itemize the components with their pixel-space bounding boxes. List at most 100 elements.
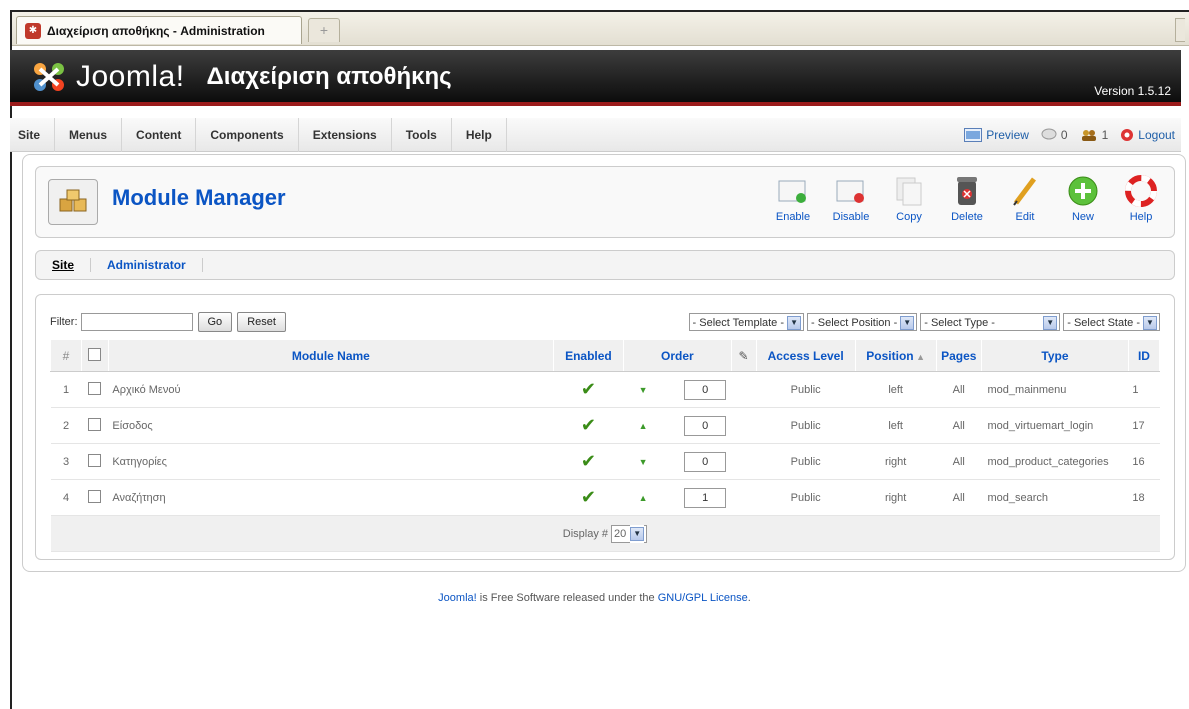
empty-cell — [731, 407, 756, 444]
col-save-order: ✎ — [730, 339, 757, 372]
module-name-link[interactable]: Κατηγορίες — [108, 443, 554, 480]
menu-content[interactable]: Content — [122, 118, 197, 152]
disable-button[interactable]: Disable — [822, 175, 880, 223]
disable-icon — [836, 180, 864, 203]
col-order[interactable]: Order — [623, 339, 732, 372]
access-level-link[interactable]: Public — [756, 407, 856, 444]
row-checkbox[interactable] — [88, 489, 102, 503]
empty-cell — [731, 479, 756, 516]
col-id[interactable]: ID — [1127, 339, 1161, 372]
module-manager-icon — [48, 179, 98, 225]
template-select-value: - Select Template - — [692, 316, 785, 329]
row-number: 3 — [50, 443, 82, 480]
help-button[interactable]: Help — [1112, 175, 1170, 223]
select-all-checkbox[interactable] — [88, 347, 102, 361]
order-input[interactable]: 0 — [684, 415, 727, 436]
empty-cell — [731, 443, 756, 480]
reset-button[interactable]: Reset — [237, 312, 286, 332]
menu-tools[interactable]: Tools — [392, 118, 452, 152]
access-level-link[interactable]: Public — [756, 371, 856, 408]
edit-button[interactable]: Edit — [996, 175, 1054, 223]
col-module-name[interactable]: Module Name — [107, 339, 554, 372]
menu-help[interactable]: Help — [452, 118, 507, 152]
access-level-link[interactable]: Public — [756, 443, 856, 480]
menu-site[interactable]: Site — [10, 118, 56, 152]
row-checkbox[interactable] — [88, 453, 102, 467]
enabled-check-icon[interactable]: ✔ — [581, 487, 596, 507]
module-name-link[interactable]: Είσοδος — [108, 407, 554, 444]
logout-label: Logout — [1138, 128, 1175, 142]
col-access-level[interactable]: Access Level — [755, 339, 856, 372]
go-button[interactable]: Go — [197, 312, 233, 332]
move-down-arrow-icon[interactable]: ▼ — [639, 385, 653, 395]
move-up-arrow-icon[interactable]: ▲ — [639, 493, 653, 503]
new-icon — [1068, 176, 1098, 206]
enable-button[interactable]: Enable — [764, 175, 822, 223]
row-checkbox-cell — [81, 407, 109, 444]
order-cell: ▼ 0 — [623, 443, 732, 480]
move-down-arrow-icon[interactable]: ▼ — [639, 457, 653, 467]
messages-icon — [1041, 128, 1057, 140]
order-cell: ▲ 0 — [623, 407, 732, 444]
footer-end: . — [747, 592, 751, 604]
col-pages[interactable]: Pages — [935, 339, 983, 372]
save-order-icon[interactable]: ✎ — [739, 349, 749, 363]
position-select[interactable]: - Select Position - ▼ — [807, 313, 918, 331]
chevron-down-icon: ▼ — [630, 526, 645, 541]
joomla-favicon-icon: ✱ — [25, 22, 41, 39]
license-link[interactable]: GNU/GPL License — [658, 592, 748, 604]
enabled-check-icon[interactable]: ✔ — [581, 451, 596, 471]
col-enabled[interactable]: Enabled — [552, 339, 625, 372]
new-tab-button[interactable]: + — [308, 18, 340, 42]
browser-tab[interactable]: ✱ Διαχείριση αποθήκης - Administration — [16, 16, 302, 44]
col-position[interactable]: Position ▲ — [854, 339, 937, 372]
enabled-check-icon[interactable]: ✔ — [581, 415, 596, 435]
pages-cell: All — [936, 407, 982, 444]
logout-icon — [1121, 129, 1134, 141]
enabled-cell: ✔ — [553, 371, 624, 408]
messages-indicator[interactable]: 0 — [1041, 118, 1068, 152]
row-checkbox-cell — [81, 443, 109, 480]
state-select-value: - Select State - — [1067, 316, 1140, 329]
delete-button[interactable]: Delete — [938, 175, 996, 223]
move-up-arrow-icon[interactable]: ▲ — [639, 421, 653, 431]
access-level-link[interactable]: Public — [756, 479, 856, 516]
disable-label: Disable — [832, 211, 870, 223]
enabled-check-icon[interactable]: ✔ — [581, 379, 596, 399]
display-limit-select[interactable]: 20 ▼ — [611, 524, 648, 543]
copy-button[interactable]: Copy — [880, 175, 938, 223]
row-checkbox[interactable] — [88, 381, 102, 395]
template-select[interactable]: - Select Template - ▼ — [688, 313, 805, 331]
help-label: Help — [1129, 211, 1153, 223]
filter-row: Filter: Go Reset - Select Template - ▼ - … — [50, 311, 1160, 333]
row-checkbox[interactable] — [88, 417, 102, 431]
menu-components[interactable]: Components — [196, 118, 299, 152]
order-input[interactable]: 0 — [684, 379, 727, 400]
id-cell: 16 — [1128, 443, 1160, 480]
preview-link[interactable]: Preview — [964, 118, 1029, 152]
new-button[interactable]: New — [1054, 175, 1112, 223]
menu-extensions[interactable]: Extensions — [299, 118, 392, 152]
col-type[interactable]: Type — [981, 339, 1129, 372]
chevron-down-icon: ▼ — [1143, 315, 1157, 330]
pages-cell: All — [936, 479, 982, 516]
status-links: Preview 0 1 Logout — [964, 118, 1175, 152]
sort-asc-icon: ▲ — [913, 351, 926, 362]
type-select[interactable]: - Select Type - ▼ — [920, 313, 1061, 331]
logout-link[interactable]: Logout — [1120, 118, 1175, 152]
users-indicator[interactable]: 1 — [1080, 118, 1108, 152]
filter-input[interactable] — [80, 313, 193, 331]
table-row: 4 Αναζήτηση ✔ ▲ 1 Public right All mod_se… — [50, 479, 1160, 516]
state-select[interactable]: - Select State - ▼ — [1063, 313, 1160, 331]
filter-label: Filter: — [50, 316, 78, 328]
joomla-link[interactable]: Joomla! — [438, 592, 477, 604]
module-name-link[interactable]: Αναζήτηση — [108, 479, 554, 516]
menu-menus[interactable]: Menus — [55, 118, 123, 152]
delete-icon — [957, 177, 977, 205]
submenu-administrator[interactable]: Administrator — [91, 258, 203, 272]
submenu-site[interactable]: Site — [48, 258, 92, 272]
order-input[interactable]: 1 — [684, 487, 727, 508]
order-cell: ▲ 1 — [623, 479, 732, 516]
module-name-link[interactable]: Αρχικό Μενού — [108, 371, 554, 408]
order-input[interactable]: 0 — [684, 451, 727, 472]
